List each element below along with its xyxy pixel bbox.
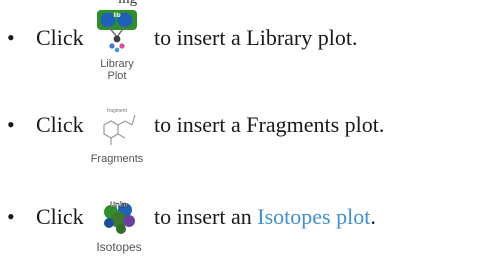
desc-prefix: to insert a [154, 25, 247, 50]
click-word: Click [36, 25, 84, 50]
svg-text:lib: lib [114, 13, 121, 19]
bullet: • [7, 204, 15, 229]
library-plot-button[interactable]: lib Library Plot [87, 9, 147, 91]
library-plot-label-line1: Library [100, 58, 134, 70]
list-item-library-plot: • Click lib Library Plot to insert a Lib… [0, 9, 493, 82]
fragments-plot-icon: fragment [95, 103, 139, 149]
svg-text:Unkn: Unkn [110, 202, 128, 209]
item-description: to insert an Isotopes plot. [154, 204, 376, 230]
bullet: • [7, 112, 15, 137]
clipped-heading-text: ing [118, 0, 137, 6]
item-description: to insert a Fragments plot. [154, 112, 384, 138]
desc-rest: . [370, 204, 376, 229]
isotopes-plot-icon: Unkn [99, 196, 139, 236]
item-description: to insert a Library plot. [154, 25, 357, 51]
bullet: • [7, 25, 15, 50]
desc-rest: Fragments plot. [246, 112, 385, 137]
fragments-plot-button[interactable]: fragment Fragments [85, 103, 149, 167]
click-word: Click [36, 204, 84, 229]
desc-prefix: to insert a [154, 112, 247, 137]
click-word: Click [36, 112, 84, 137]
svg-text:fragment: fragment [107, 108, 127, 114]
isotopes-plot-button[interactable]: Unkn Isotopes [90, 194, 148, 274]
library-plot-label-line2: Plot [107, 70, 127, 82]
fragments-plot-label: Fragments [90, 153, 144, 165]
desc-rest: Library plot. [246, 25, 358, 50]
library-plot-icon: lib [95, 9, 139, 53]
isotopes-plot-label: Isotopes [96, 240, 142, 254]
list-item-isotopes-plot: • Click Unkn Isotopes to insert an Isoto… [0, 194, 493, 254]
desc-prefix: to insert an [154, 204, 258, 229]
isotopes-plot-link[interactable]: Isotopes plot [257, 204, 370, 229]
list-item-fragments-plot: • Click fragment Fragments to insert a F… [0, 103, 493, 165]
clipped-heading-fragment: ing [0, 0, 493, 6]
